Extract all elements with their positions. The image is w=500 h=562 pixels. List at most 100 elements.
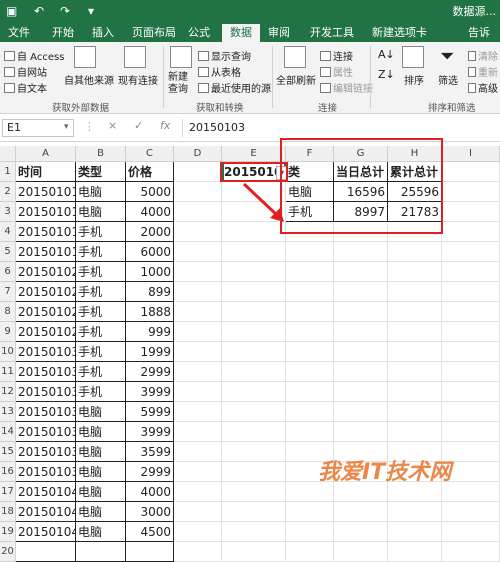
cell[interactable]	[174, 202, 222, 222]
table-cell[interactable]: 手机	[76, 342, 126, 362]
row-header[interactable]: 5	[0, 242, 16, 262]
table-cell[interactable]: 20150102	[16, 282, 76, 302]
tab-tell-me[interactable]: 告诉	[464, 24, 494, 42]
table-cell[interactable]: 2999	[126, 462, 174, 482]
row-header[interactable]: 1	[0, 162, 16, 182]
table-cell[interactable]: 20150103	[16, 382, 76, 402]
table-cell[interactable]: 电脑	[76, 522, 126, 542]
cell[interactable]	[442, 162, 500, 182]
table-cell[interactable]: 20150103	[16, 462, 76, 482]
cell[interactable]	[388, 502, 442, 522]
cell[interactable]	[126, 542, 174, 562]
cell[interactable]	[286, 522, 334, 542]
row-header[interactable]: 13	[0, 402, 16, 422]
row-header[interactable]: 18	[0, 502, 16, 522]
column-header[interactable]: E	[222, 146, 286, 162]
properties-button[interactable]: 属性	[320, 64, 353, 79]
formula-input[interactable]: 20150103	[182, 119, 498, 137]
cell[interactable]	[174, 422, 222, 442]
cell[interactable]	[174, 402, 222, 422]
table-cell[interactable]: 20150103	[16, 402, 76, 422]
redo-icon[interactable]: ↷	[60, 3, 70, 19]
undo-icon[interactable]: ↶	[34, 3, 44, 19]
cell[interactable]	[222, 462, 286, 482]
cell[interactable]	[388, 522, 442, 542]
cancel-icon[interactable]: ×	[108, 119, 117, 132]
table-cell[interactable]: 电脑	[76, 422, 126, 442]
table-cell[interactable]: 999	[126, 322, 174, 342]
cell[interactable]	[286, 342, 334, 362]
from-web-button[interactable]: 自网站	[4, 64, 47, 79]
table-cell[interactable]: 电脑	[76, 402, 126, 422]
table-cell[interactable]: 899	[126, 282, 174, 302]
table-cell[interactable]: 2999	[126, 362, 174, 382]
cell[interactable]	[222, 382, 286, 402]
table-cell[interactable]: 20150103	[16, 422, 76, 442]
cell[interactable]	[174, 442, 222, 462]
row-header[interactable]: 11	[0, 362, 16, 382]
tab-file[interactable]: 文件	[4, 24, 34, 42]
sort-az-button[interactable]: A↓	[378, 48, 395, 61]
cell[interactable]	[222, 302, 286, 322]
row-header[interactable]: 10	[0, 342, 16, 362]
from-table-button[interactable]: 从表格	[198, 64, 241, 79]
cell[interactable]	[442, 282, 500, 302]
cell[interactable]	[442, 222, 500, 242]
cell[interactable]	[388, 322, 442, 342]
cell[interactable]	[174, 522, 222, 542]
cell[interactable]	[222, 522, 286, 542]
row-header[interactable]: 9	[0, 322, 16, 342]
table-cell[interactable]: 电脑	[76, 442, 126, 462]
cell[interactable]	[442, 342, 500, 362]
column-header[interactable]: D	[174, 146, 222, 162]
cell[interactable]	[388, 542, 442, 562]
table-cell[interactable]: 3000	[126, 502, 174, 522]
from-access-button[interactable]: 自 Access	[4, 48, 64, 63]
cell[interactable]	[174, 322, 222, 342]
table-cell[interactable]: 20150103	[16, 362, 76, 382]
cell[interactable]	[174, 262, 222, 282]
tab-new[interactable]: 新建选项卡	[368, 24, 431, 42]
column-header[interactable]: B	[76, 146, 126, 162]
cell[interactable]	[76, 542, 126, 562]
row-header[interactable]: 17	[0, 482, 16, 502]
table-cell[interactable]: 3999	[126, 422, 174, 442]
cell[interactable]	[388, 422, 442, 442]
filter-button[interactable]: 筛选	[438, 72, 458, 87]
cell[interactable]	[442, 522, 500, 542]
recent-sources-button[interactable]: 最近使用的源	[198, 80, 271, 95]
cell[interactable]	[334, 322, 388, 342]
existing-connections-button[interactable]: 现有连接	[118, 72, 158, 87]
cell[interactable]	[334, 262, 388, 282]
cell[interactable]	[286, 362, 334, 382]
table-cell[interactable]: 手机	[76, 362, 126, 382]
table-cell[interactable]: 手机	[76, 262, 126, 282]
cell[interactable]	[286, 382, 334, 402]
table-cell[interactable]: 20150102	[16, 302, 76, 322]
column-header[interactable]: C	[126, 146, 174, 162]
cell[interactable]	[222, 342, 286, 362]
cell[interactable]	[174, 362, 222, 382]
save-icon[interactable]: ▣	[6, 3, 17, 19]
cell[interactable]	[174, 482, 222, 502]
cell[interactable]	[442, 422, 500, 442]
table-cell[interactable]: 5000	[126, 182, 174, 202]
table-cell[interactable]: 手机	[76, 222, 126, 242]
table-cell[interactable]: 20150102	[16, 322, 76, 342]
cell[interactable]	[222, 402, 286, 422]
cell[interactable]	[286, 542, 334, 562]
tab-insert[interactable]: 插入	[88, 24, 118, 42]
sort-za-button[interactable]: Z↓	[378, 68, 395, 81]
table-cell[interactable]: 20150102	[16, 262, 76, 282]
cell[interactable]	[388, 342, 442, 362]
table-cell[interactable]: 20150101	[16, 182, 76, 202]
tab-page-layout[interactable]: 页面布局	[128, 24, 180, 42]
cell[interactable]	[442, 302, 500, 322]
cell[interactable]	[174, 342, 222, 362]
cell[interactable]	[388, 242, 442, 262]
table-cell[interactable]: 电脑	[76, 482, 126, 502]
table-cell[interactable]: 电脑	[76, 202, 126, 222]
enter-icon[interactable]: ✓	[134, 119, 143, 132]
cell[interactable]	[334, 242, 388, 262]
table-cell[interactable]: 手机	[76, 282, 126, 302]
